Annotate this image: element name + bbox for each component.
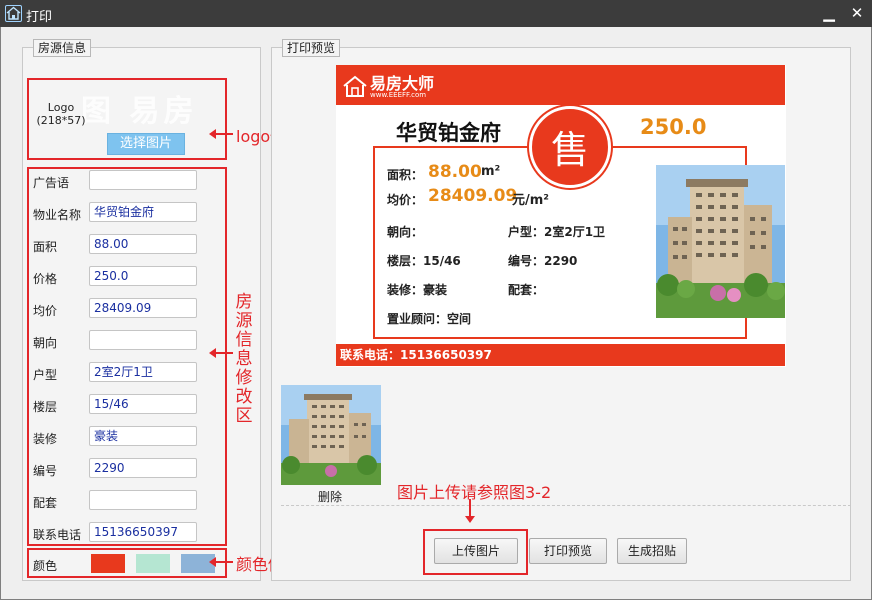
sale-seal: 售	[529, 106, 611, 188]
field-label-property-name: 物业名称	[33, 208, 82, 222]
poster-decoration: 装修：豪装	[387, 283, 448, 297]
minimize-icon[interactable]: ▁	[818, 2, 840, 24]
decoration-input[interactable]: 豪装	[89, 426, 197, 446]
poster-code: 编号：2290	[508, 254, 578, 268]
building-photo	[656, 165, 785, 318]
poster-layout: 户型：2室2厅1卫	[508, 225, 606, 239]
upload-image-button[interactable]: 上传图片	[434, 538, 518, 564]
slogan-input[interactable]	[89, 170, 197, 190]
poster-avg-value: 28409.09	[428, 186, 518, 206]
field-label-avg-price: 均价	[33, 304, 58, 318]
poster-area-unit: m²	[481, 164, 501, 179]
poster-preview: 易房大师 www.EEEFF.com 华贸铂金府 250.0 面积： 88.00…	[336, 65, 786, 367]
facilities-input[interactable]	[89, 490, 197, 510]
poster-floor: 楼层：15/46	[387, 254, 461, 268]
property-info-title: 房源信息	[33, 39, 92, 57]
poster-area-value: 88.00	[428, 162, 482, 182]
info-edit-area: 广告语 物业名称 华贸铂金府 面积 88.00 价格 250.0 均价 2840…	[27, 167, 227, 546]
code-input[interactable]: 2290	[89, 458, 197, 478]
field-label-slogan: 广告语	[33, 176, 70, 190]
generate-poster-button[interactable]: 生成招贴	[617, 538, 687, 564]
poster-agent: 置业顾问：空间	[387, 312, 472, 326]
uploaded-image-thumbnail[interactable]	[281, 385, 381, 485]
floor-input[interactable]: 15/46	[89, 394, 197, 414]
poster-area-label: 面积：	[387, 168, 424, 182]
logo-watermark: 图 易房	[81, 94, 198, 129]
poster-contact-bar: 联系电话：15136650397	[336, 344, 785, 366]
color-arrow	[209, 557, 233, 567]
info-arrow	[209, 348, 233, 358]
poster-property-name: 华贸铂金府	[396, 121, 501, 145]
poster-price: 250.0	[640, 115, 707, 139]
color-swatch-mint[interactable]	[136, 554, 170, 573]
color-edit-area: 颜色	[27, 548, 227, 578]
field-label-decoration: 装修	[33, 432, 58, 446]
brand-house-icon	[343, 75, 367, 97]
house-icon	[5, 5, 22, 22]
phone-input[interactable]: 15136650397	[89, 522, 197, 542]
info-area-annotation: 房源信息修改区	[235, 292, 253, 426]
print-preview-title: 打印预览	[282, 39, 341, 57]
sale-char: 售	[550, 128, 589, 172]
poster-facilities: 配套：	[508, 283, 545, 297]
color-label: 颜色	[33, 559, 58, 573]
poster-orientation: 朝向：	[387, 225, 424, 239]
select-image-button[interactable]: 选择图片	[107, 133, 185, 155]
close-icon[interactable]: ✕	[846, 2, 868, 24]
logo-edit-area: 图 易房 Logo (218*57) 选择图片	[27, 78, 227, 160]
field-label-phone: 联系电话	[33, 528, 82, 542]
logo-size: (218*57)	[36, 114, 86, 127]
field-label-price: 价格	[33, 272, 58, 286]
poster-avg-label: 均价：	[387, 193, 424, 207]
title-bar: 打印 ▁ ✕	[0, 0, 872, 27]
property-name-input[interactable]: 华贸铂金府	[89, 202, 197, 222]
avg-price-input[interactable]: 28409.09	[89, 298, 197, 318]
preview-divider	[281, 505, 851, 506]
window-title: 打印	[26, 10, 53, 25]
layout-input[interactable]: 2室2厅1卫	[89, 362, 197, 382]
area-input[interactable]: 88.00	[89, 234, 197, 254]
orientation-input[interactable]	[89, 330, 197, 350]
field-label-floor: 楼层	[33, 400, 58, 414]
field-label-layout: 户型	[33, 368, 58, 382]
upload-annotation: 图片上传请参照图3-2	[397, 483, 552, 502]
field-label-area: 面积	[33, 240, 58, 254]
color-swatch-red[interactable]	[91, 554, 125, 573]
field-label-orientation: 朝向	[33, 336, 58, 350]
upload-arrow	[465, 499, 475, 523]
delete-image-link[interactable]: 删除	[318, 488, 342, 505]
field-label-facilities: 配套	[33, 496, 58, 510]
logo-label: Logo	[47, 101, 75, 114]
brand-bar: 易房大师 www.EEEFF.com	[336, 65, 785, 105]
poster-avg-unit: 元/m²	[512, 193, 549, 208]
brand-url: www.EEEFF.com	[370, 91, 427, 99]
price-input[interactable]: 250.0	[89, 266, 197, 286]
logo-arrow	[209, 129, 233, 139]
field-label-code: 编号	[33, 464, 58, 478]
print-preview-button[interactable]: 打印预览	[529, 538, 607, 564]
